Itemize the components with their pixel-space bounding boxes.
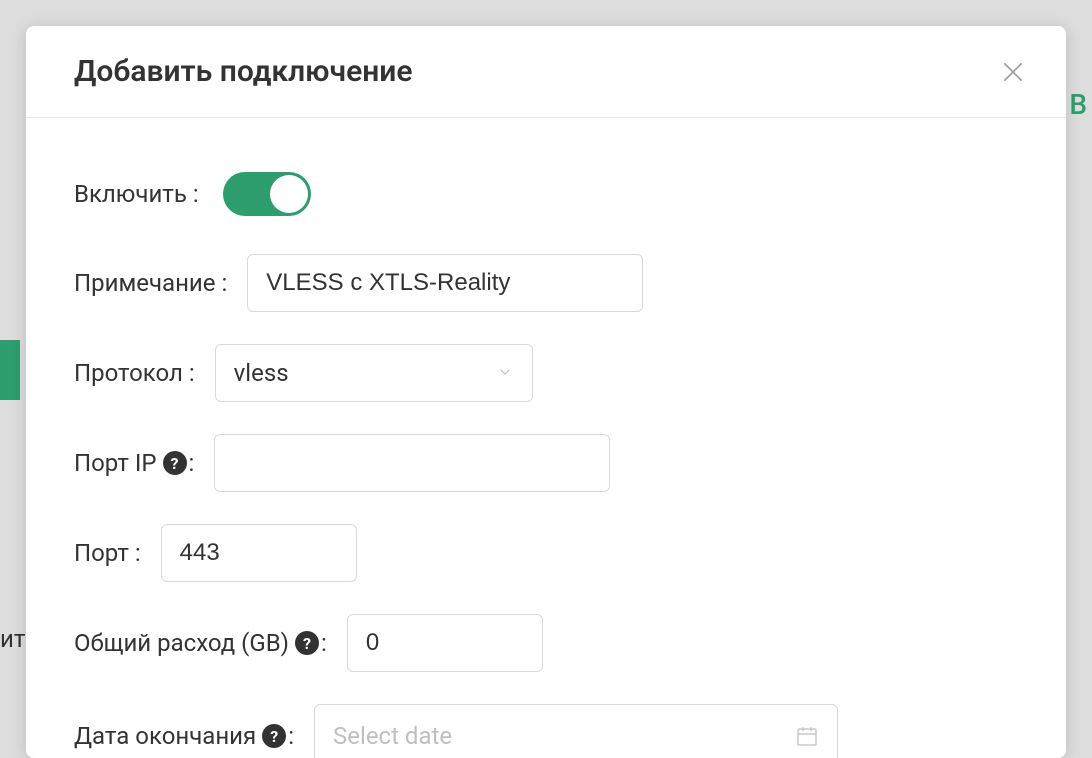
- note-input[interactable]: [247, 254, 643, 312]
- help-icon[interactable]: ?: [295, 631, 319, 655]
- modal-title: Добавить подключение: [74, 54, 412, 89]
- protocol-label: Протокол :: [74, 359, 195, 387]
- bg-stripe: [0, 340, 20, 400]
- close-button[interactable]: [1000, 59, 1026, 85]
- portip-input[interactable]: [214, 434, 610, 492]
- calendar-icon: [795, 724, 819, 748]
- port-input[interactable]: [161, 524, 357, 582]
- help-icon[interactable]: ?: [163, 451, 187, 475]
- port-row: Порт :: [74, 524, 1018, 582]
- enable-toggle[interactable]: [223, 172, 311, 216]
- protocol-select[interactable]: vless: [215, 344, 533, 402]
- date-row: Дата окончания ? : Select date: [74, 704, 1018, 758]
- total-row: Общий расход (GB) ? :: [74, 614, 1018, 672]
- note-row: Примечание :: [74, 254, 1018, 312]
- date-label: Дата окончания ? :: [74, 722, 294, 750]
- protocol-value: vless: [234, 359, 289, 387]
- bg-letter: В: [1069, 88, 1087, 121]
- port-label: Порт :: [74, 539, 141, 567]
- close-icon: [1000, 59, 1026, 85]
- note-label: Примечание :: [74, 269, 227, 297]
- portip-label: Порт IP ? :: [74, 449, 194, 477]
- date-placeholder: Select date: [333, 722, 452, 750]
- enable-label: Включить :: [74, 180, 199, 208]
- toggle-knob: [270, 175, 308, 213]
- date-picker[interactable]: Select date: [314, 704, 838, 758]
- modal-body: Включить : Примечание : Протокол : vless…: [26, 118, 1066, 758]
- chevron-down-icon: [496, 359, 514, 387]
- add-connection-modal: Добавить подключение Включить : Примечан…: [26, 26, 1066, 758]
- help-icon[interactable]: ?: [262, 724, 286, 748]
- portip-row: Порт IP ? :: [74, 434, 1018, 492]
- total-input[interactable]: [347, 614, 543, 672]
- total-label: Общий расход (GB) ? :: [74, 629, 327, 657]
- bg-text: ит: [0, 625, 25, 653]
- protocol-row: Протокол : vless: [74, 344, 1018, 402]
- modal-header: Добавить подключение: [26, 26, 1066, 118]
- enable-row: Включить :: [74, 166, 1018, 222]
